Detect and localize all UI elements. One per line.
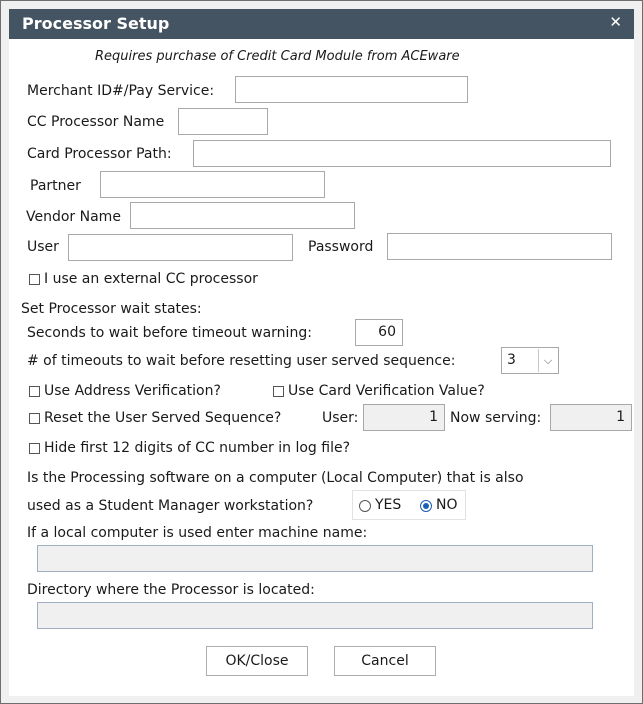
user-label: User [27,239,59,255]
reset-sequence-label[interactable]: Reset the User Served Sequence? [44,410,281,426]
close-icon[interactable]: ✕ [609,13,622,31]
now-serving-value: 1 [550,404,632,431]
vendor-name-input[interactable] [130,202,355,229]
local-computer-question-line1: Is the Processing software on a computer… [27,470,524,486]
cc-processor-name-label: CC Processor Name [27,114,165,130]
window-title: Processor Setup [22,14,170,33]
ok-close-button[interactable]: OK/Close [206,646,308,676]
timeout-warning-input[interactable]: 60 [355,319,403,346]
timeouts-count-label: # of timeouts to wait before resetting u… [27,353,456,369]
no-radio[interactable] [420,500,432,512]
address-verification-label[interactable]: Use Address Verification? [44,383,221,399]
dialog-body: Requires purchase of Credit Card Module … [9,39,634,696]
address-verification-checkbox[interactable] [29,386,40,397]
card-verification-checkbox[interactable] [273,386,284,397]
timeout-warning-label: Seconds to wait before timeout warning: [27,325,312,341]
hide-digits-checkbox[interactable] [29,443,40,454]
merchant-id-label: Merchant ID#/Pay Service: [27,83,215,99]
hide-digits-label[interactable]: Hide first 12 digits of CC number in log… [44,440,350,456]
password-input[interactable] [387,233,612,260]
now-serving-label: Now serving: [450,410,542,426]
directory-label: Directory where the Processor is located… [27,582,315,598]
card-processor-path-input[interactable] [193,140,611,167]
title-bar[interactable]: Processor Setup ✕ [9,9,634,39]
sequence-user-label: User: [322,410,359,426]
module-notice: Requires purchase of Credit Card Module … [95,49,460,64]
local-computer-radio-group: YES NO [352,490,466,520]
directory-input[interactable] [37,602,593,629]
vendor-name-label: Vendor Name [26,209,121,225]
merchant-id-input[interactable] [235,76,468,103]
processor-setup-dialog: Processor Setup ✕ Requires purchase of C… [0,0,643,704]
password-label: Password [308,239,374,255]
yes-radio[interactable] [359,500,371,512]
partner-label: Partner [30,178,81,194]
sequence-user-value: 1 [363,404,445,431]
timeouts-count-value: 3 [507,352,516,368]
machine-name-label: If a local computer is used enter machin… [27,525,368,541]
external-processor-checkbox[interactable] [29,274,40,285]
card-processor-path-label: Card Processor Path: [27,146,172,162]
card-verification-label[interactable]: Use Card Verification Value? [288,383,485,399]
local-computer-question-line2: used as a Student Manager workstation? [27,498,314,514]
wait-states-heading: Set Processor wait states: [21,301,202,317]
cancel-button[interactable]: Cancel [334,646,436,676]
external-processor-label[interactable]: I use an external CC processor [44,271,258,287]
partner-input[interactable] [100,171,325,198]
timeouts-count-select[interactable]: 3 ⌵ [501,347,559,374]
chevron-down-icon[interactable]: ⌵ [538,349,557,372]
user-input[interactable] [68,234,293,261]
machine-name-input[interactable] [37,545,593,572]
cc-processor-name-input[interactable] [178,108,268,135]
yes-label[interactable]: YES [375,497,401,513]
reset-sequence-checkbox[interactable] [29,413,40,424]
no-label[interactable]: NO [436,497,458,513]
